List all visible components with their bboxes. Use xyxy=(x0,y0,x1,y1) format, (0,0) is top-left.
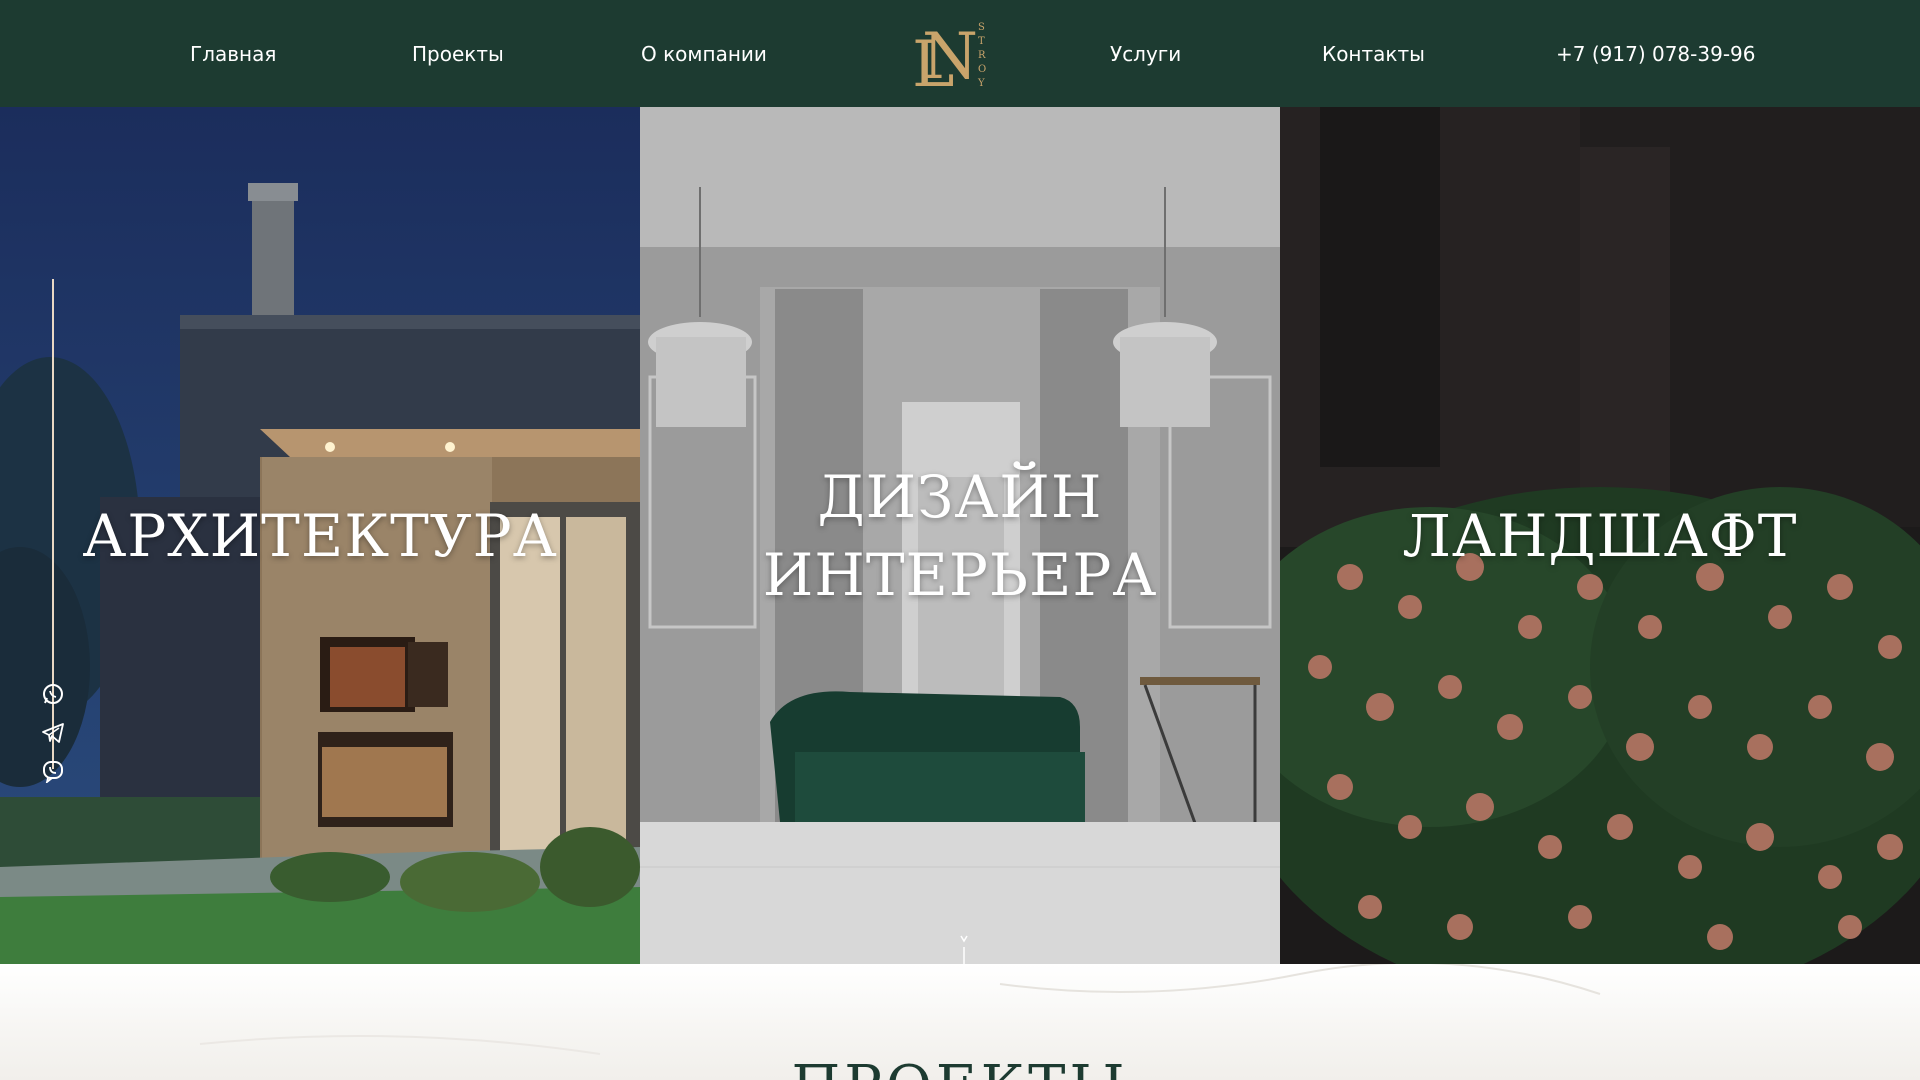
svg-text:S: S xyxy=(978,22,985,33)
svg-text:R: R xyxy=(978,50,986,61)
interior-image xyxy=(640,107,1280,964)
architecture-title[interactable]: АРХИТЕКТУРА xyxy=(0,498,640,574)
projects-section: ПРОЕКТЫ xyxy=(0,964,1920,1080)
site-header: Главная Проекты О компании L N S T R O Y… xyxy=(0,0,1920,107)
landscape-panel[interactable]: ЛАНДШАФТ xyxy=(1280,107,1920,964)
interior-design-panel[interactable]: ДИЗАЙН ИНТЕРЬЕРА xyxy=(640,107,1280,964)
nav-about-link[interactable]: О компании xyxy=(641,0,767,107)
svg-text:T: T xyxy=(978,36,985,47)
interior-title-line-1[interactable]: ДИЗАЙН xyxy=(640,459,1280,535)
logo[interactable]: L N S T R O Y xyxy=(908,16,988,102)
hero-section: АРХИТЕКТУРА ДИЗАЙН ИНТЕРЬЕРА ЛАНДШАФТ xyxy=(0,107,1920,1026)
nav-services-link[interactable]: Услуги xyxy=(1110,0,1181,107)
svg-text:Y: Y xyxy=(977,78,985,89)
architecture-panel[interactable]: АРХИТЕКТУРА xyxy=(0,107,640,964)
landscape-title[interactable]: ЛАНДШАФТ xyxy=(1280,498,1920,574)
nav-contacts-link[interactable]: Контакты xyxy=(1322,0,1425,107)
projects-section-title: ПРОЕКТЫ xyxy=(0,1054,1920,1080)
svg-text:O: O xyxy=(978,64,986,75)
nav-home-link[interactable]: Главная xyxy=(190,0,276,107)
nav-projects-link[interactable]: Проекты xyxy=(412,0,504,107)
viber-icon[interactable] xyxy=(41,759,65,785)
telegram-icon[interactable] xyxy=(41,721,65,745)
interior-title-line-2[interactable]: ИНТЕРЬЕРА xyxy=(640,537,1280,613)
whatsapp-icon[interactable] xyxy=(41,682,65,706)
phone-link[interactable]: +7 (917) 078-39-96 xyxy=(1556,0,1755,107)
svg-text:N: N xyxy=(922,20,978,92)
